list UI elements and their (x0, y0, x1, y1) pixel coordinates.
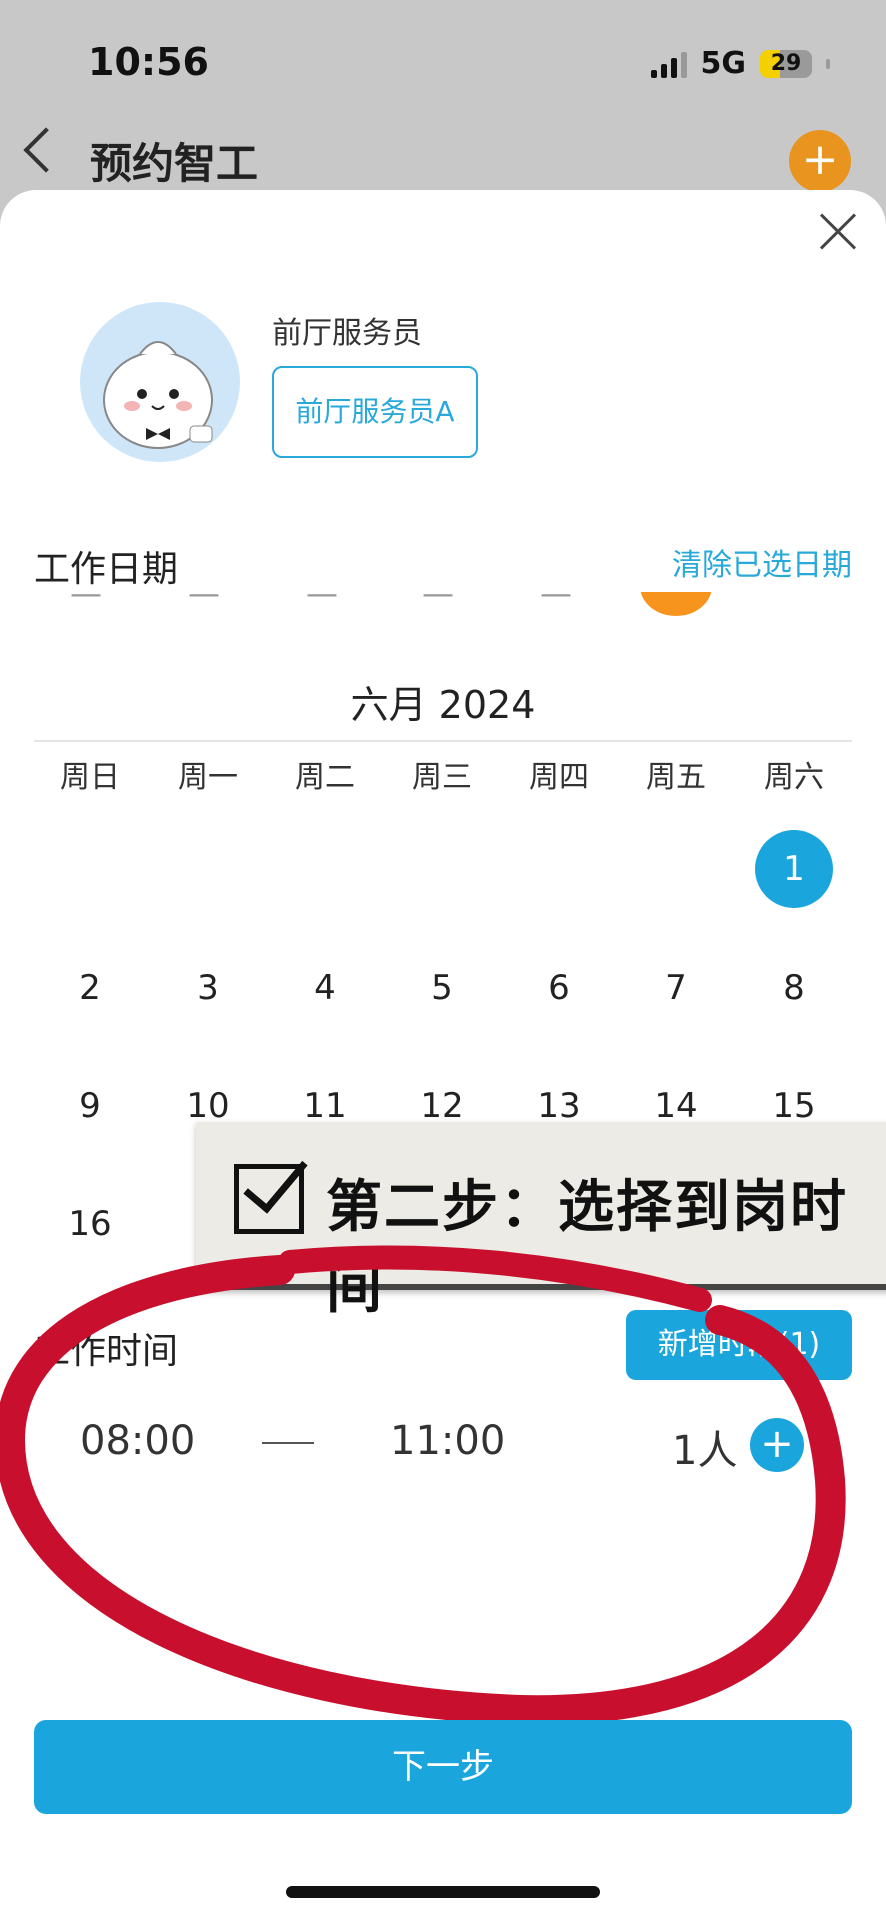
role-label: 前厅服务员 (272, 316, 422, 351)
bun-mascot-icon (103, 341, 213, 449)
weekday-label: 周三 (412, 760, 472, 795)
peek-mark: — (540, 592, 572, 612)
status-indicators: 5G 29 (650, 46, 830, 81)
weekday-label: 周五 (646, 760, 706, 795)
next-week-button[interactable] (640, 592, 712, 616)
calendar-day[interactable]: 5 (392, 968, 492, 1008)
weekday-label: 周一 (178, 760, 238, 795)
plus-icon[interactable]: + (750, 1418, 804, 1472)
battery-level: 29 (770, 51, 802, 76)
weekday-label: 周四 (529, 760, 589, 795)
calendar-day-selected[interactable]: 1 (755, 830, 833, 908)
peek-mark: — (188, 592, 220, 612)
weekday-label: 周日 (60, 760, 120, 795)
calendar-day[interactable]: 10 (158, 1086, 258, 1126)
work-date-title: 工作日期 (34, 549, 179, 590)
calendar-day[interactable]: 4 (275, 968, 375, 1008)
calendar-day[interactable]: 3 (158, 968, 258, 1008)
clear-dates-link[interactable]: 清除已选日期 (672, 540, 852, 584)
week-strip-peek: — — — — — (0, 592, 886, 622)
peek-mark: — (422, 592, 454, 612)
calendar-day[interactable]: 2 (40, 968, 140, 1008)
status-time: 10:56 (88, 40, 209, 84)
person-select-button[interactable]: 前厅服务员A (272, 366, 478, 458)
close-icon[interactable] (818, 212, 858, 252)
headcount: 1人 (672, 1428, 738, 1474)
add-button[interactable]: + (789, 130, 851, 192)
page-title: 预约智工 (90, 139, 259, 188)
back-icon[interactable] (23, 127, 69, 173)
calendar-day[interactable]: 12 (392, 1086, 492, 1126)
add-time-slot-button[interactable]: 新增时段(1) (626, 1310, 852, 1380)
calendar-day[interactable]: 7 (626, 968, 726, 1008)
calendar-day[interactable]: 15 (744, 1086, 844, 1126)
peek-mark: — (70, 592, 102, 612)
calendar-day[interactable]: 9 (40, 1086, 140, 1126)
divider (34, 740, 852, 742)
network-type: 5G (700, 46, 747, 81)
avatar (80, 302, 240, 462)
battery-tip (826, 58, 830, 69)
weekday-label: 周二 (295, 760, 355, 795)
calendar-day[interactable]: 16 (40, 1204, 140, 1244)
calendar-day[interactable]: 11 (275, 1086, 375, 1126)
step-caption: 第二步：选择到岗时间 (326, 1175, 848, 1321)
calendar-day[interactable]: 14 (626, 1086, 726, 1126)
calendar-day[interactable]: 8 (744, 968, 844, 1008)
calendar-day[interactable]: 13 (509, 1086, 609, 1126)
start-time[interactable]: 08:00 (80, 1418, 195, 1464)
end-time[interactable]: 11:00 (390, 1418, 505, 1464)
time-separator (262, 1442, 314, 1444)
next-step-button[interactable]: 下一步 (34, 1720, 852, 1814)
month-label: 六月 2024 (350, 683, 536, 727)
calendar-day[interactable]: 6 (509, 968, 609, 1008)
battery-icon: 29 (760, 49, 812, 78)
signal-icon (650, 50, 687, 78)
weekday-label: 周六 (764, 760, 824, 795)
peek-mark: — (306, 592, 338, 612)
home-indicator (286, 1886, 600, 1898)
work-time-title: 工作时间 (34, 1331, 179, 1372)
